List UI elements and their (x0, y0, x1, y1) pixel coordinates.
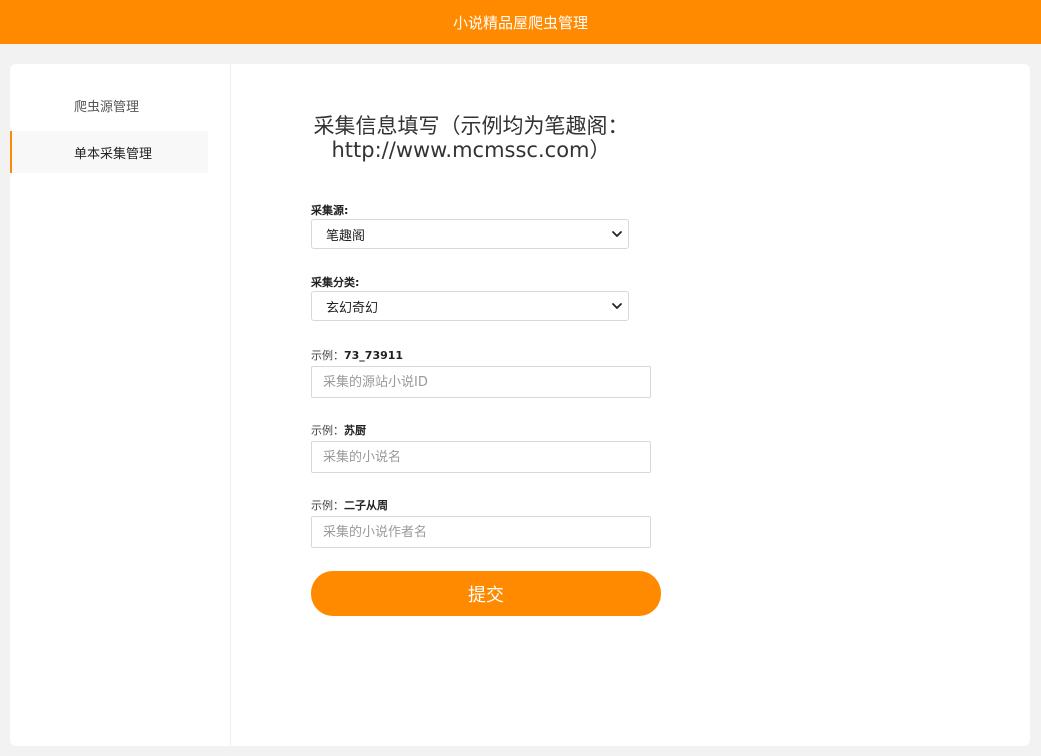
main-panel: 采集信息填写（示例均为笔趣阁： http://www.mcmssc.com） 采… (231, 64, 1030, 746)
form-title-line2: http://www.mcmssc.com） (331, 138, 611, 162)
category-select[interactable]: 玄幻奇幻 (311, 291, 629, 321)
example-value: 苏厨 (344, 424, 366, 437)
novel-id-input[interactable] (311, 366, 651, 398)
novel-name-label: 示例：苏厨 (311, 423, 651, 438)
example-prefix: 示例： (311, 499, 344, 512)
source-label: 采集源: (311, 204, 349, 217)
novel-id-label: 示例：73_73911 (311, 348, 651, 363)
sidebar-item-label: 爬虫源管理 (74, 99, 140, 115)
submit-button[interactable]: 提交 (311, 571, 661, 616)
top-header: 小说精品屋爬虫管理 (0, 0, 1041, 44)
sidebar-item-single-book-collect[interactable]: 单本采集管理 (10, 131, 208, 173)
chevron-down-icon (612, 303, 622, 309)
category-label: 采集分类: (311, 276, 360, 289)
sidebar: 爬虫源管理 单本采集管理 (10, 64, 231, 746)
novel-name-input[interactable] (311, 441, 651, 473)
category-field: 采集分类: 玄幻奇幻 (311, 275, 629, 321)
source-select[interactable]: 笔趣阁 (311, 219, 629, 249)
example-prefix: 示例： (311, 349, 344, 362)
form-title-line1: 采集信息填写（示例均为笔趣阁： (313, 114, 629, 138)
form-title: 采集信息填写（示例均为笔趣阁： http://www.mcmssc.com） (291, 114, 651, 162)
author-name-input[interactable] (311, 516, 651, 548)
source-select-value: 笔趣阁 (326, 228, 366, 244)
example-prefix: 示例： (311, 424, 344, 437)
example-value: 73_73911 (344, 349, 404, 362)
author-name-label: 示例：二子从周 (311, 498, 651, 513)
novel-name-field: 示例：苏厨 (311, 423, 651, 473)
source-field: 采集源: 笔趣阁 (311, 203, 629, 249)
author-name-field: 示例：二子从周 (311, 498, 651, 548)
sidebar-item-crawler-sources[interactable]: 爬虫源管理 (10, 84, 208, 126)
sidebar-item-label: 单本采集管理 (74, 146, 153, 162)
category-select-value: 玄幻奇幻 (326, 300, 379, 316)
novel-id-field: 示例：73_73911 (311, 348, 651, 398)
app-title: 小说精品屋爬虫管理 (452, 13, 588, 32)
example-value: 二子从周 (344, 499, 388, 512)
content-card: 爬虫源管理 单本采集管理 采集信息填写（示例均为笔趣阁： http://www.… (10, 64, 1030, 746)
chevron-down-icon (612, 231, 622, 237)
